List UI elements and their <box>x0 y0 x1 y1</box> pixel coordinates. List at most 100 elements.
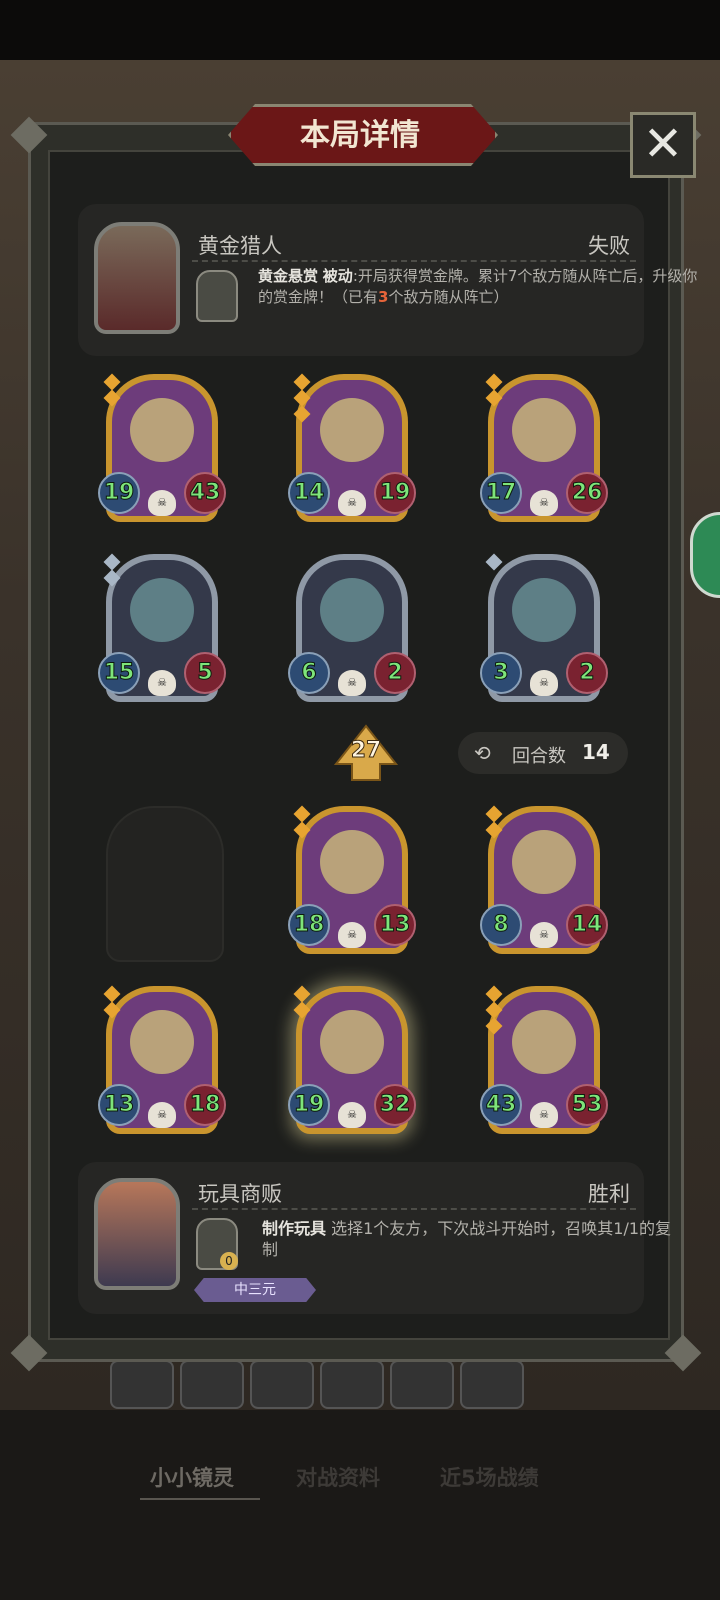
divider <box>192 260 636 262</box>
tier-pips <box>103 372 121 408</box>
player-portrait <box>94 1178 180 1290</box>
tier-pip-icon <box>485 389 503 407</box>
health-value: 18 <box>184 1084 226 1126</box>
bounty-card-icon <box>196 270 238 322</box>
attack-value: 19 <box>288 1084 330 1126</box>
tier-pip-icon <box>293 373 311 391</box>
tier-pips <box>103 984 121 1020</box>
tier-pip-icon <box>103 1001 121 1019</box>
refresh-icon: ⟲ <box>474 741 491 765</box>
health-value: 14 <box>566 904 608 946</box>
tier-pips <box>485 984 503 1036</box>
health-value: 2 <box>566 652 608 694</box>
health-value: 2 <box>374 652 416 694</box>
attack-value: 43 <box>480 1084 522 1126</box>
opponent-result: 失败 <box>588 234 630 258</box>
minion-portrait <box>512 830 576 894</box>
tier-pip-icon <box>485 821 503 839</box>
divider <box>192 1208 636 1210</box>
attack-value: 14 <box>288 472 330 514</box>
opponent-name: 黄金猎人 <box>198 234 282 258</box>
combo-tag: 中三元 <box>194 1278 316 1302</box>
attack-value: 15 <box>98 652 140 694</box>
minion-portrait <box>130 1010 194 1074</box>
minion-card[interactable]: 43 ☠ 53 <box>480 984 608 1134</box>
tier-pip-icon <box>485 985 503 1003</box>
minion-portrait <box>512 1010 576 1074</box>
bottom-tab-bar: 小小镜灵 对战资料 近5场战绩 <box>0 1462 720 1502</box>
tier-pip-icon <box>293 805 311 823</box>
opponent-portrait <box>94 222 180 334</box>
chat-bubble-button[interactable] <box>690 512 720 598</box>
active-tab-underline <box>140 1498 260 1500</box>
attack-value: 18 <box>288 904 330 946</box>
tab-recent-record[interactable]: 近5场战绩 <box>440 1462 539 1492</box>
tier-pips <box>293 804 311 840</box>
tier-pip-icon <box>485 1017 503 1035</box>
bottom-panel <box>0 1410 720 1600</box>
tier-pip-icon <box>103 373 121 391</box>
tier-pip-icon <box>293 985 311 1003</box>
minion-card[interactable]: 17 ☠ 26 <box>480 372 608 522</box>
skill-desc: 个敌方随从阵亡） <box>388 288 509 306</box>
tier-pip-icon <box>293 1001 311 1019</box>
skull-icon: ☠ <box>338 922 366 948</box>
minion-card[interactable]: 19 ☠ 32 <box>288 984 416 1134</box>
minion-card[interactable]: 19 ☠ 43 <box>98 372 226 522</box>
skill-name: 黄金悬赏 <box>258 267 319 285</box>
level-number: 27 <box>350 738 382 764</box>
tier-pip-icon <box>293 389 311 407</box>
skull-icon: ☠ <box>530 670 558 696</box>
tab-mirror-spirit[interactable]: 小小镜灵 <box>150 1462 234 1492</box>
health-value: 53 <box>566 1084 608 1126</box>
minion-card[interactable]: 3 ☠ 2 <box>480 552 608 702</box>
tab-battle-data[interactable]: 对战资料 <box>296 1462 380 1492</box>
opponent-info: 黄金猎人 失败 黄金悬赏 被动:开局获得赏金牌。累计7个敌方随从阵亡后，升级你的… <box>78 204 697 356</box>
minion-card[interactable]: 13 ☠ 18 <box>98 984 226 1134</box>
skull-icon: ☠ <box>530 1102 558 1128</box>
tier-pip-icon <box>103 553 121 571</box>
player-skill-text: 制作玩具 选择1个友方，下次战斗开始时，召唤其1/1的复制 <box>262 1218 682 1260</box>
tier-pip-icon <box>103 985 121 1003</box>
toy-card-icon: 0 <box>196 1218 238 1270</box>
skull-icon: ☠ <box>148 670 176 696</box>
health-value: 32 <box>374 1084 416 1126</box>
close-button[interactable]: ✕ <box>630 112 696 178</box>
health-value: 13 <box>374 904 416 946</box>
tier-pips <box>485 552 503 572</box>
skull-icon: ☠ <box>338 1102 366 1128</box>
background-lineup <box>110 1360 524 1409</box>
tier-pips <box>293 372 311 424</box>
tier-pip-icon <box>293 405 311 423</box>
attack-value: 3 <box>480 652 522 694</box>
tier-pip-icon <box>485 1001 503 1019</box>
attack-value: 6 <box>288 652 330 694</box>
minion-portrait <box>130 398 194 462</box>
tier-pip-icon <box>103 569 121 587</box>
player-result: 胜利 <box>588 1182 630 1206</box>
minion-card[interactable]: 6 ☠ 2 <box>288 552 416 702</box>
health-value: 19 <box>374 472 416 514</box>
tier-pip-icon <box>485 553 503 571</box>
health-value: 26 <box>566 472 608 514</box>
minion-card[interactable]: 14 ☠ 19 <box>288 372 416 522</box>
skull-icon: ☠ <box>148 490 176 516</box>
health-value: 5 <box>184 652 226 694</box>
minion-portrait <box>320 398 384 462</box>
minion-portrait <box>320 830 384 894</box>
skill-type: 被动 <box>322 267 353 285</box>
minion-portrait <box>130 578 194 642</box>
skull-icon: ☠ <box>338 670 366 696</box>
attack-value: 19 <box>98 472 140 514</box>
minion-card[interactable]: 15 ☠ 5 <box>98 552 226 702</box>
tier-pip-icon <box>485 805 503 823</box>
tier-pips <box>485 372 503 408</box>
minion-card[interactable]: 8 ☠ 14 <box>480 804 608 954</box>
minion-card[interactable]: 18 ☠ 13 <box>288 804 416 954</box>
empty-card-slot <box>106 806 224 962</box>
tier-pips <box>103 552 121 588</box>
level-badge: 27 <box>334 724 398 782</box>
skill-name: 制作玩具 <box>262 1219 327 1238</box>
minion-portrait <box>320 578 384 642</box>
tier-pip-icon <box>485 373 503 391</box>
